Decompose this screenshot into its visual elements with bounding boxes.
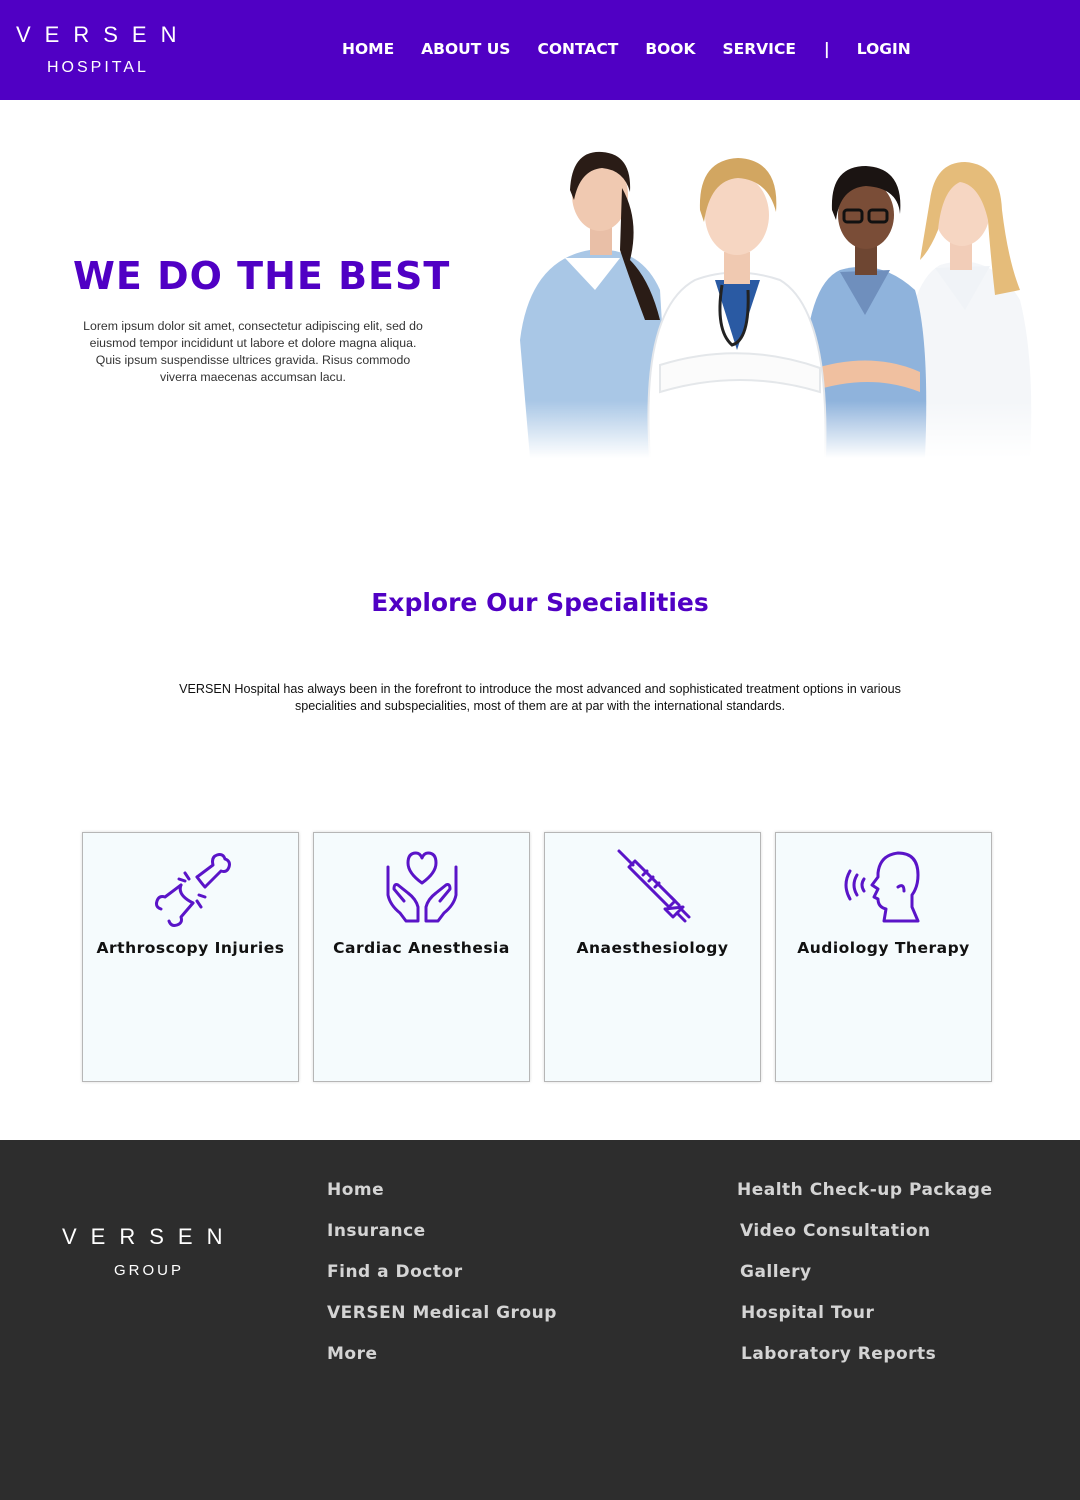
footer-link-medical-group[interactable]: VERSEN Medical Group: [327, 1303, 557, 1344]
nav-separator: |: [823, 39, 830, 58]
speciality-card-audiology[interactable]: Audiology Therapy: [775, 832, 992, 1082]
footer-link-more[interactable]: More: [327, 1344, 557, 1385]
hero-text: Lorem ipsum dolor sit amet, consectetur …: [83, 319, 423, 384]
nav-home[interactable]: HOME: [342, 40, 394, 58]
syringe-icon: [617, 849, 691, 923]
footer-logo-wordmark[interactable]: VERSEN: [62, 1224, 236, 1250]
footer-link-find-doctor[interactable]: Find a Doctor: [327, 1262, 557, 1303]
speciality-label: Audiology Therapy: [797, 939, 970, 957]
footer-link-health-checkup[interactable]: Health Check-up Package: [737, 1180, 992, 1221]
footer-link-video-consultation[interactable]: Video Consultation: [740, 1221, 992, 1262]
speciality-card-cardiac[interactable]: Cardiac Anesthesia: [313, 832, 530, 1082]
specialities-description: VERSEN Hospital has always been in the f…: [179, 682, 901, 713]
footer-links-col1: Home Insurance Find a Doctor VERSEN Medi…: [327, 1180, 557, 1385]
footer-logo-subtitle: GROUP: [114, 1262, 185, 1279]
hero-title: WE DO THE BEST: [73, 254, 451, 298]
footer-link-hospital-tour[interactable]: Hospital Tour: [741, 1303, 992, 1344]
footer-links-col2: Health Check-up Package Video Consultati…: [737, 1180, 992, 1385]
footer-link-insurance[interactable]: Insurance: [327, 1221, 557, 1262]
nav-book[interactable]: BOOK: [645, 40, 695, 58]
speciality-card-anaesthesiology[interactable]: Anaesthesiology: [544, 832, 761, 1082]
heart-hands-icon: [386, 851, 458, 923]
nav-about-us[interactable]: ABOUT US: [421, 40, 510, 58]
logo-subtitle: HOSPITAL: [47, 59, 149, 76]
footer-link-lab-reports[interactable]: Laboratory Reports: [741, 1344, 992, 1385]
speciality-cards: Arthroscopy Injuries Cardiac Anesthesia …: [82, 832, 992, 1082]
footer-link-gallery[interactable]: Gallery: [740, 1262, 992, 1303]
main-nav: HOME ABOUT US CONTACT BOOK SERVICE | LOG…: [342, 39, 911, 58]
speciality-label: Cardiac Anesthesia: [333, 939, 510, 957]
nav-login[interactable]: LOGIN: [857, 40, 911, 58]
nav-contact[interactable]: CONTACT: [537, 40, 618, 58]
broken-bone-icon: [155, 853, 231, 927]
logo-wordmark[interactable]: VERSEN: [16, 22, 190, 48]
speciality-label: Arthroscopy Injuries: [96, 939, 285, 957]
head-sound-icon: [844, 851, 920, 923]
speciality-card-arthroscopy[interactable]: Arthroscopy Injuries: [82, 832, 299, 1082]
footer-link-home[interactable]: Home: [327, 1180, 557, 1221]
speciality-label: Anaesthesiology: [576, 939, 729, 957]
medical-staff-photo: [510, 140, 1038, 458]
top-navbar: VERSEN HOSPITAL HOME ABOUT US CONTACT BO…: [0, 0, 1080, 100]
specialities-title: Explore Our Specialities: [371, 588, 709, 617]
nav-service[interactable]: SERVICE: [723, 40, 796, 58]
footer: VERSEN GROUP Home Insurance Find a Docto…: [0, 1140, 1080, 1500]
